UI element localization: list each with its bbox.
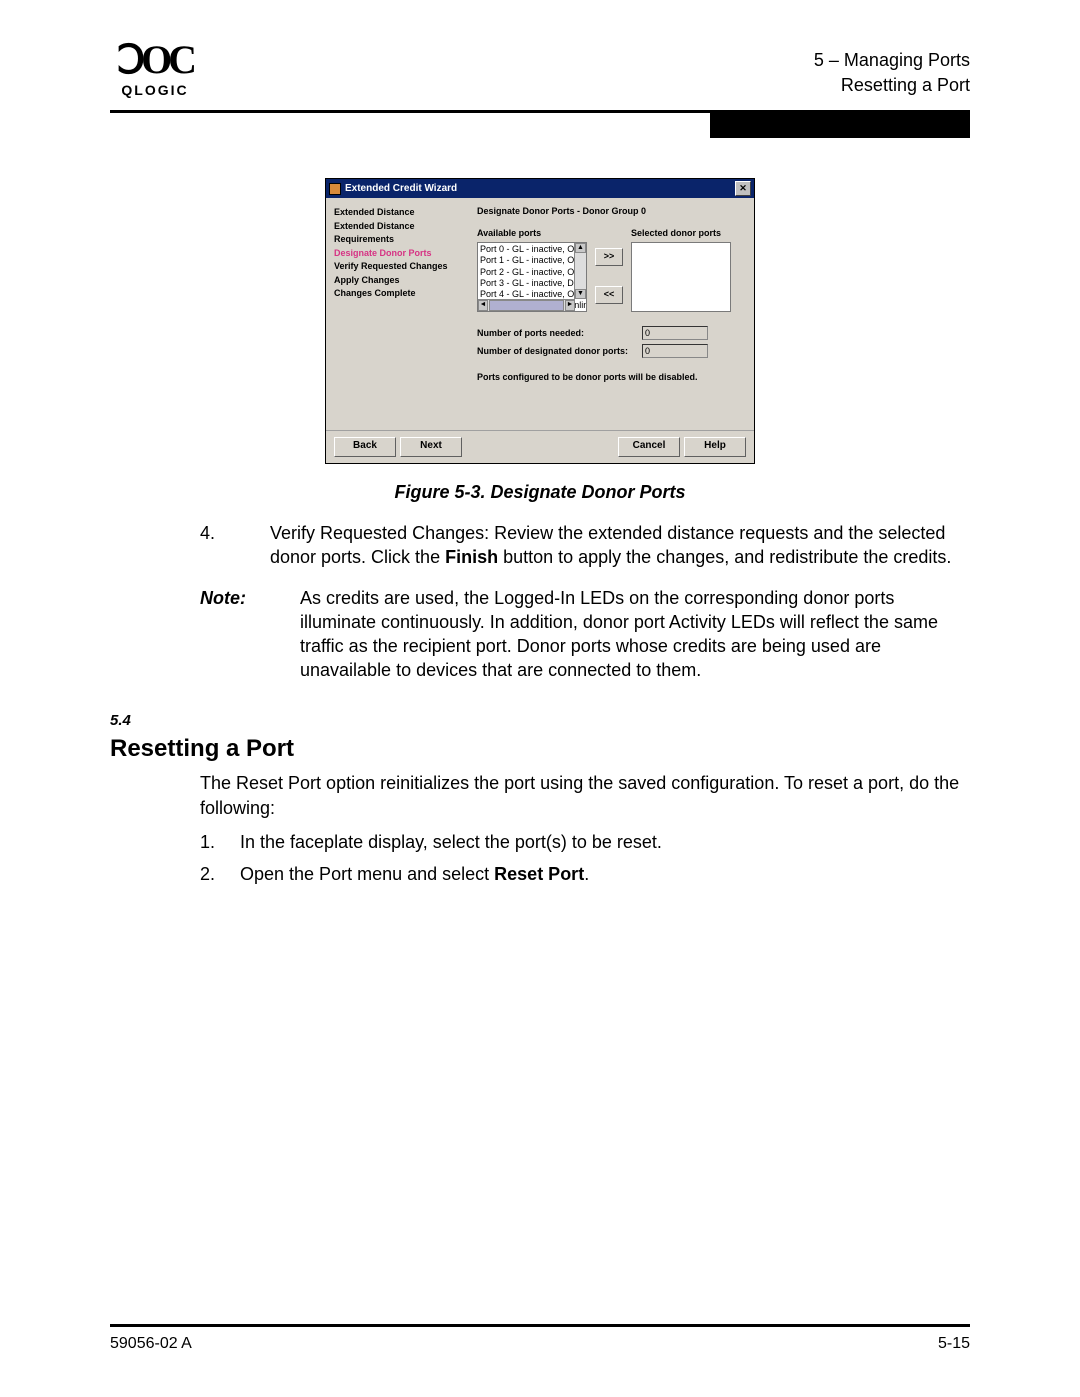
section-title: Resetting a Port xyxy=(110,733,970,765)
header-rule-block xyxy=(710,110,970,138)
wizard-footer: Back Next Cancel Help xyxy=(326,430,754,463)
reset-step-1-num: 1. xyxy=(200,830,240,854)
reset-step-2: 2. Open the Port menu and select Reset P… xyxy=(200,862,970,886)
titlebar-left: Extended Credit Wizard xyxy=(329,183,457,195)
reset-step-1-text: In the faceplate display, select the por… xyxy=(240,830,662,854)
scroll-left-icon[interactable]: ◄ xyxy=(478,300,488,311)
list-item[interactable]: Port 1 - GL - inactive, Online xyxy=(480,255,584,266)
logo-icon: ↃOC xyxy=(110,40,200,80)
remove-button[interactable]: << xyxy=(595,286,623,304)
header-rule xyxy=(110,110,970,138)
selected-listbox[interactable] xyxy=(631,242,731,312)
wizard-body: Extended Distance Extended Distance Requ… xyxy=(326,198,754,430)
page-footer: 59056-02 A 5-15 xyxy=(110,1324,970,1353)
counts: Number of ports needed: 0 Number of desi… xyxy=(477,326,746,358)
needed-row: Number of ports needed: 0 xyxy=(477,326,746,340)
figure-wizard: Extended Credit Wizard ✕ Extended Distan… xyxy=(325,178,755,464)
selected-label: Selected donor ports xyxy=(631,228,731,238)
page: ↃOC QLOGIC 5 – Managing Ports Resetting … xyxy=(0,0,1080,1397)
window-title: Extended Credit Wizard xyxy=(345,183,457,194)
scroll-up-icon[interactable]: ▲ xyxy=(575,243,586,253)
footer-row: 59056-02 A 5-15 xyxy=(110,1335,970,1353)
logo-text: QLOGIC xyxy=(110,82,200,98)
back-button[interactable]: Back xyxy=(334,437,396,457)
header-line-chapter: 5 – Managing Ports xyxy=(814,48,970,73)
step-4-text-b: button to apply the changes, and redistr… xyxy=(498,547,951,567)
list-item[interactable]: Port 2 - GL - inactive, Online xyxy=(480,267,584,278)
list-item[interactable]: Port 0 - GL - inactive, Offline xyxy=(480,244,584,255)
help-button[interactable]: Help xyxy=(684,437,746,457)
footer-left-buttons: Back Next xyxy=(334,437,462,457)
close-icon[interactable]: ✕ xyxy=(735,181,751,196)
logo: ↃOC QLOGIC xyxy=(110,40,200,98)
footer-right-buttons: Cancel Help xyxy=(618,437,746,457)
reset-step-2-num: 2. xyxy=(200,862,240,886)
available-listbox[interactable]: Port 0 - GL - inactive, Offline Port 1 -… xyxy=(477,242,587,312)
footer-rule xyxy=(110,1324,970,1327)
needed-value: 0 xyxy=(642,326,708,340)
step-designate-donor-ports: Designate Donor Ports xyxy=(334,247,469,261)
available-column: Available ports Port 0 - GL - inactive, … xyxy=(477,228,587,312)
note-label: Note: xyxy=(110,586,300,683)
designated-value: 0 xyxy=(642,344,708,358)
note: Note: As credits are used, the Logged-In… xyxy=(110,586,970,683)
step-4-number: 4. xyxy=(110,521,270,570)
doc-number: 59056-02 A xyxy=(110,1335,192,1353)
figure-caption: Figure 5-3. Designate Donor Ports xyxy=(110,482,970,503)
scroll-right-icon[interactable]: ► xyxy=(565,300,575,311)
section-number: 5.4 xyxy=(110,711,970,731)
scroll-thumb[interactable] xyxy=(489,300,564,311)
wizard-titlebar: Extended Credit Wizard ✕ xyxy=(326,179,754,198)
scroll-down-icon[interactable]: ▼ xyxy=(575,289,586,299)
horizontal-scrollbar[interactable]: ◄ ► xyxy=(478,299,575,311)
designated-label: Number of designated donor ports: xyxy=(477,346,642,356)
finish-label: Finish xyxy=(445,547,498,567)
reset-step-2-a: Open the Port menu and select xyxy=(240,864,494,884)
wizard-window: Extended Credit Wizard ✕ Extended Distan… xyxy=(325,178,755,464)
reset-port-label: Reset Port xyxy=(494,864,584,884)
step-4-text: Verify Requested Changes: Review the ext… xyxy=(270,521,970,570)
wizard-columns: Available ports Port 0 - GL - inactive, … xyxy=(477,228,746,312)
step-apply-changes: Apply Changes xyxy=(334,274,469,288)
step-extended-distance: Extended Distance xyxy=(334,206,469,220)
step-ext-distance-req: Extended Distance Requirements xyxy=(334,220,469,247)
reset-steps: 1. In the faceplate display, select the … xyxy=(200,830,970,887)
header-rule-line xyxy=(110,110,710,113)
wizard-heading: Designate Donor Ports - Donor Group 0 xyxy=(477,206,746,216)
transfer-buttons: >> << xyxy=(595,248,623,304)
page-number: 5-15 xyxy=(938,1335,970,1353)
add-button[interactable]: >> xyxy=(595,248,623,266)
available-label: Available ports xyxy=(477,228,587,238)
cancel-button[interactable]: Cancel xyxy=(618,437,680,457)
designated-row: Number of designated donor ports: 0 xyxy=(477,344,746,358)
note-text: As credits are used, the Logged-In LEDs … xyxy=(300,586,970,683)
wizard-main: Designate Donor Ports - Donor Group 0 Av… xyxy=(477,206,746,422)
header-line-section: Resetting a Port xyxy=(814,73,970,98)
list-item[interactable]: Port 3 - GL - inactive, Diagno xyxy=(480,278,584,289)
step-verify-changes: Verify Requested Changes xyxy=(334,260,469,274)
step-4: 4. Verify Requested Changes: Review the … xyxy=(110,521,970,570)
step-changes-complete: Changes Complete xyxy=(334,287,469,301)
wizard-steps: Extended Distance Extended Distance Requ… xyxy=(334,206,469,422)
reset-step-2-b: . xyxy=(584,864,589,884)
reset-step-1: 1. In the faceplate display, select the … xyxy=(200,830,970,854)
page-header: ↃOC QLOGIC 5 – Managing Ports Resetting … xyxy=(110,40,970,110)
selected-column: Selected donor ports xyxy=(631,228,731,312)
window-icon xyxy=(329,183,341,195)
body-text: 4. Verify Requested Changes: Review the … xyxy=(110,521,970,887)
disable-msg: Ports configured to be donor ports will … xyxy=(477,372,746,382)
vertical-scrollbar[interactable]: ▲ ▼ xyxy=(574,243,586,299)
header-right: 5 – Managing Ports Resetting a Port xyxy=(814,48,970,98)
reset-step-2-text: Open the Port menu and select Reset Port… xyxy=(240,862,589,886)
section-intro: The Reset Port option reinitializes the … xyxy=(200,771,970,820)
spacer xyxy=(477,382,746,422)
needed-label: Number of ports needed: xyxy=(477,328,642,338)
next-button[interactable]: Next xyxy=(400,437,462,457)
